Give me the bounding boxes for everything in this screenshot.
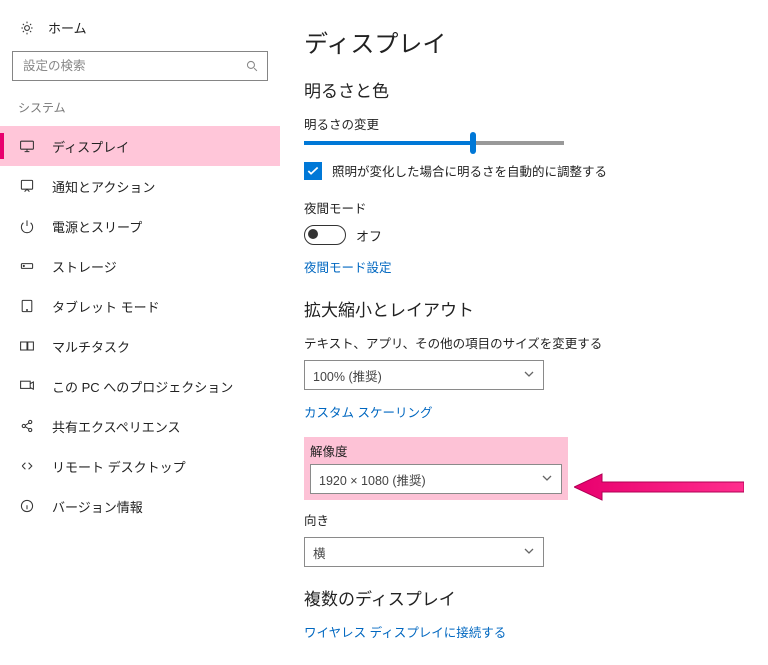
brightness-slider[interactable] bbox=[304, 141, 564, 145]
sidebar-item-label: この PC へのプロジェクション bbox=[52, 377, 233, 396]
sidebar-item-label: ストレージ bbox=[52, 257, 117, 276]
page-title: ディスプレイ bbox=[304, 24, 738, 59]
sidebar-item-label: 共有エクスペリエンス bbox=[52, 417, 180, 436]
search-input[interactable] bbox=[21, 58, 243, 74]
orientation-label: 向き bbox=[304, 510, 738, 529]
scale-select[interactable]: 100% (推奨) bbox=[304, 360, 544, 390]
chevron-down-icon bbox=[541, 472, 553, 487]
sidebar-item-label: タブレット モード bbox=[52, 297, 160, 316]
notification-icon bbox=[18, 177, 36, 195]
wireless-display-link[interactable]: ワイヤレス ディスプレイに接続する bbox=[304, 622, 506, 641]
auto-brightness-label: 照明が変化した場合に明るさを自動的に調整する bbox=[332, 161, 607, 180]
sidebar-item-label: ディスプレイ bbox=[52, 137, 129, 156]
night-mode-toggle[interactable] bbox=[304, 225, 346, 245]
chevron-down-icon bbox=[523, 368, 535, 383]
sidebar-item-power[interactable]: 電源とスリープ bbox=[0, 206, 280, 246]
sidebar: ホーム システム ディスプレイ 通知とアクション bbox=[0, 0, 280, 665]
sidebar-item-label: 電源とスリープ bbox=[52, 217, 142, 236]
scale-value: 100% (推奨) bbox=[313, 366, 382, 385]
tablet-icon bbox=[18, 297, 36, 315]
chevron-down-icon bbox=[523, 545, 535, 560]
sidebar-item-shared-experience[interactable]: 共有エクスペリエンス bbox=[0, 406, 280, 446]
monitor-icon bbox=[18, 137, 36, 155]
sidebar-item-storage[interactable]: ストレージ bbox=[0, 246, 280, 286]
sidebar-item-label: リモート デスクトップ bbox=[52, 457, 186, 476]
storage-icon bbox=[18, 257, 36, 275]
sidebar-section-label: システム bbox=[0, 99, 280, 126]
sidebar-item-label: マルチタスク bbox=[52, 337, 130, 356]
brightness-section-title: 明るさと色 bbox=[304, 77, 738, 102]
projection-icon bbox=[18, 377, 36, 395]
home-label: ホーム bbox=[48, 18, 87, 37]
sidebar-item-about[interactable]: バージョン情報 bbox=[0, 486, 280, 526]
orientation-select[interactable]: 横 bbox=[304, 537, 544, 567]
search-input-wrap[interactable] bbox=[12, 51, 268, 81]
resolution-select[interactable]: 1920 × 1080 (推奨) bbox=[310, 464, 562, 494]
resolution-value: 1920 × 1080 (推奨) bbox=[319, 470, 426, 489]
nav-list: ディスプレイ 通知とアクション 電源とスリープ ストレージ bbox=[0, 126, 280, 526]
toggle-knob bbox=[308, 229, 318, 239]
night-mode-label: 夜間モード bbox=[304, 198, 738, 217]
sidebar-item-multitask[interactable]: マルチタスク bbox=[0, 326, 280, 366]
power-icon bbox=[18, 217, 36, 235]
night-mode-settings-link[interactable]: 夜間モード設定 bbox=[304, 257, 392, 276]
checkbox-checked-icon[interactable] bbox=[304, 162, 322, 180]
sidebar-item-projection[interactable]: この PC へのプロジェクション bbox=[0, 366, 280, 406]
multitask-icon bbox=[18, 337, 36, 355]
custom-scaling-link[interactable]: カスタム スケーリング bbox=[304, 402, 432, 421]
main-panel: ディスプレイ 明るさと色 明るさの変更 照明が変化した場合に明るさを自動的に調整… bbox=[280, 0, 768, 665]
brightness-slider-fill bbox=[304, 141, 473, 145]
home-link[interactable]: ホーム bbox=[0, 18, 280, 51]
remote-icon bbox=[18, 457, 36, 475]
brightness-slider-thumb[interactable] bbox=[470, 132, 476, 154]
resolution-highlight: 解像度 1920 × 1080 (推奨) bbox=[304, 437, 568, 500]
sidebar-item-display[interactable]: ディスプレイ bbox=[0, 126, 280, 166]
resolution-label: 解像度 bbox=[310, 441, 562, 460]
info-icon bbox=[18, 497, 36, 515]
scale-label: テキスト、アプリ、その他の項目のサイズを変更する bbox=[304, 333, 738, 352]
scale-section-title: 拡大縮小とレイアウト bbox=[304, 296, 738, 321]
multi-display-section-title: 複数のディスプレイ bbox=[304, 585, 738, 610]
share-icon bbox=[18, 417, 36, 435]
search-icon bbox=[243, 57, 261, 75]
sidebar-item-label: 通知とアクション bbox=[52, 177, 155, 196]
gear-icon bbox=[18, 19, 36, 37]
night-mode-state: オフ bbox=[356, 226, 382, 245]
sidebar-item-tablet[interactable]: タブレット モード bbox=[0, 286, 280, 326]
sidebar-item-label: バージョン情報 bbox=[52, 497, 143, 516]
brightness-change-label: 明るさの変更 bbox=[304, 114, 738, 133]
sidebar-item-remote-desktop[interactable]: リモート デスクトップ bbox=[0, 446, 280, 486]
sidebar-item-notifications[interactable]: 通知とアクション bbox=[0, 166, 280, 206]
auto-brightness-row[interactable]: 照明が変化した場合に明るさを自動的に調整する bbox=[304, 161, 738, 180]
orientation-value: 横 bbox=[313, 543, 326, 562]
